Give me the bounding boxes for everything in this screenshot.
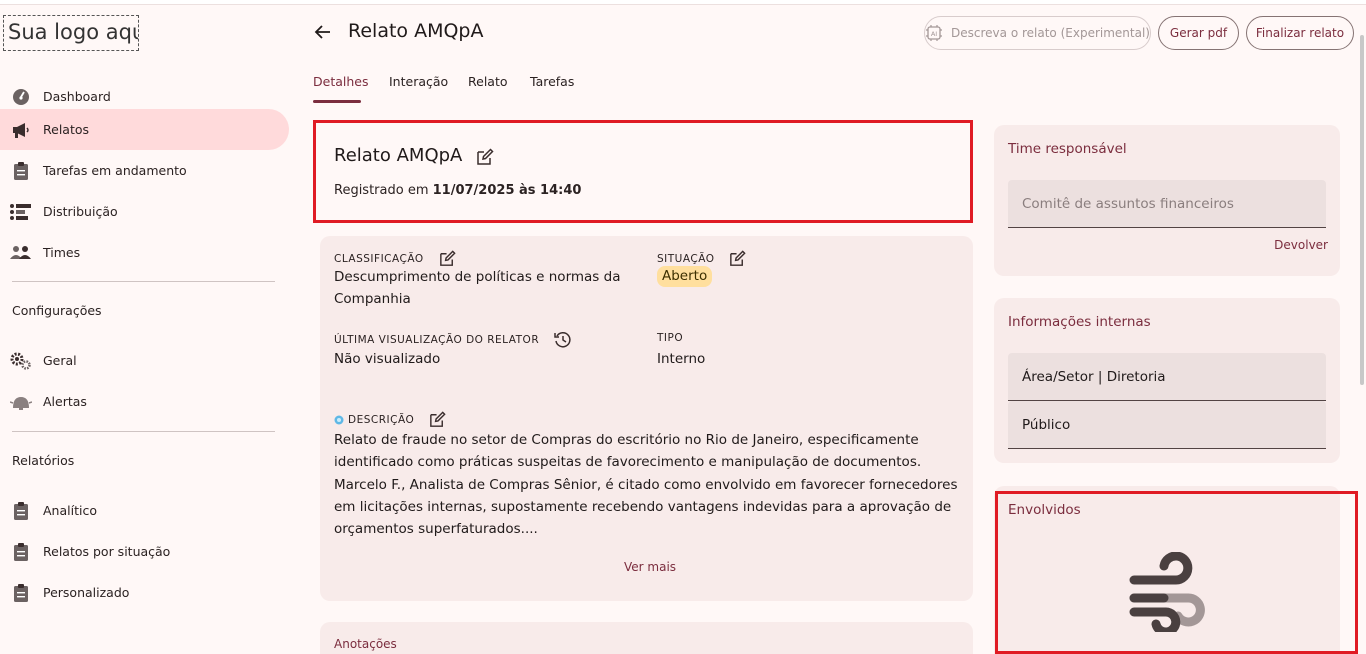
registered-date-value: 11/07/2025 às 14:40	[432, 183, 582, 198]
situation-label-text: SITUAÇÃO	[657, 252, 715, 265]
last-view-label: ÚLTIMA VISUALIZAÇÃO DO RELATOR	[334, 330, 573, 350]
public-field[interactable]: Público	[1008, 401, 1326, 449]
involved-title: Envolvidos	[1008, 502, 1081, 518]
distribution-icon	[10, 201, 32, 223]
svg-text:AI: AI	[931, 30, 937, 38]
clipboard-icon	[10, 582, 32, 604]
sidebar-item-analitico[interactable]: Analítico	[0, 490, 289, 531]
section-label-configuracoes: Configurações	[12, 303, 102, 318]
back-arrow-icon[interactable]	[313, 22, 333, 42]
scrollbar[interactable]	[1360, 35, 1364, 385]
sidebar-item-personalizado[interactable]: Personalizado	[0, 572, 289, 613]
sidebar-item-geral[interactable]: Geral	[0, 340, 289, 381]
notes-card: Anotações	[320, 622, 973, 654]
tab-detalhes[interactable]: Detalhes	[313, 74, 368, 89]
team-field[interactable]: Comitê de assuntos financeiros	[1008, 180, 1326, 228]
clipboard-icon	[10, 160, 32, 182]
clipboard-icon	[10, 500, 32, 522]
return-button[interactable]: Devolver	[1274, 238, 1328, 252]
clipboard-icon	[10, 541, 32, 563]
notes-label: Anotações	[334, 637, 397, 651]
sidebar-item-label: Dashboard	[43, 89, 111, 104]
description-label: DESCRIÇÃO	[334, 410, 447, 429]
generate-pdf-button[interactable]: Gerar pdf	[1158, 16, 1239, 50]
sidebar-item-label: Geral	[43, 353, 77, 368]
sidebar-item-alertas[interactable]: Alertas	[0, 381, 289, 422]
description-text: Relato de fraude no setor de Compras do …	[334, 432, 958, 538]
report-title-card: Relato AMQpA Registrado em 11/07/2025 às…	[313, 120, 973, 223]
registered-prefix: Registrado em	[334, 183, 433, 198]
sidebar-item-tarefas[interactable]: Tarefas em andamento	[0, 150, 289, 191]
alert-icon	[10, 391, 32, 413]
sidebar: Sua logo aqui Dashboard Relatos Tarefas …	[0, 5, 300, 654]
last-view-label-text: ÚLTIMA VISUALIZAÇÃO DO RELATOR	[334, 334, 540, 346]
public-value: Público	[1022, 417, 1071, 433]
classification-label-text: CLASSIFICAÇÃO	[334, 252, 424, 265]
divider	[12, 431, 275, 432]
sidebar-item-label: Times	[43, 245, 81, 260]
sidebar-item-relatos[interactable]: Relatos	[0, 109, 289, 150]
tab-interacao[interactable]: Interação	[389, 74, 448, 89]
type-label: TIPO	[657, 332, 684, 344]
divider	[12, 281, 275, 282]
edit-description-icon[interactable]	[428, 410, 447, 429]
status-badge: Aberto	[657, 266, 713, 287]
describe-report-button[interactable]: AI Descreva o relato (Experimental)	[924, 16, 1151, 50]
team-card: Time responsável Comitê de assuntos fina…	[994, 125, 1340, 276]
last-view-value: Não visualizado	[334, 351, 441, 367]
involved-highlight: Envolvidos	[995, 491, 1358, 654]
classification-value: Descumprimento de políticas e normas da …	[334, 269, 621, 307]
active-tab-indicator	[313, 100, 361, 103]
wind-icon	[1126, 551, 1208, 637]
type-value: Interno	[657, 351, 706, 367]
see-more-link[interactable]: Ver mais	[624, 560, 676, 574]
team-value: Comitê de assuntos financeiros	[1022, 196, 1234, 212]
sidebar-item-label: Tarefas em andamento	[43, 163, 187, 178]
logo-placeholder: Sua logo aqui	[3, 15, 139, 51]
tab-relato[interactable]: Relato	[468, 74, 508, 89]
tab-tarefas[interactable]: Tarefas	[530, 74, 574, 89]
registered-date: Registrado em 11/07/2025 às 14:40	[334, 183, 581, 198]
sidebar-item-label: Alertas	[43, 394, 87, 409]
internal-info-card: Informações internas Área/Setor | Direto…	[994, 298, 1340, 463]
sidebar-item-label: Analítico	[43, 503, 97, 518]
dashboard-icon	[10, 86, 32, 108]
page-title: Relato AMQpA	[348, 20, 484, 42]
area-field[interactable]: Área/Setor | Diretoria	[1008, 353, 1326, 401]
sidebar-item-label: Distribuição	[43, 204, 118, 219]
report-title: Relato AMQpA	[334, 145, 463, 166]
group-icon	[10, 242, 32, 264]
sidebar-item-label: Relatos	[43, 122, 90, 137]
ai-sparkle-icon	[334, 415, 344, 425]
description-label-text: DESCRIÇÃO	[348, 413, 415, 426]
ai-icon: AI	[925, 24, 943, 42]
sidebar-item-label: Personalizado	[43, 585, 130, 600]
describe-report-label: Descreva o relato (Experimental)	[951, 26, 1150, 40]
sidebar-item-label: Relatos por situação	[43, 544, 171, 559]
finish-report-button[interactable]: Finalizar relato	[1246, 16, 1354, 50]
edit-title-icon[interactable]	[475, 147, 495, 171]
report-details-card: CLASSIFICAÇÃO Descumprimento de política…	[320, 236, 973, 601]
gears-icon	[10, 350, 32, 372]
history-icon[interactable]	[553, 330, 573, 350]
sidebar-item-times[interactable]: Times	[0, 232, 289, 273]
edit-situation-icon[interactable]	[728, 249, 747, 268]
sidebar-item-relatos-por-situacao[interactable]: Relatos por situação	[0, 531, 289, 572]
section-label-relatorios: Relatórios	[12, 453, 75, 468]
team-title: Time responsável	[1008, 141, 1127, 157]
megaphone-icon	[10, 119, 32, 141]
area-value: Área/Setor | Diretoria	[1022, 369, 1166, 385]
internal-info-title: Informações internas	[1008, 314, 1151, 330]
sidebar-item-distribuicao[interactable]: Distribuição	[0, 191, 289, 232]
